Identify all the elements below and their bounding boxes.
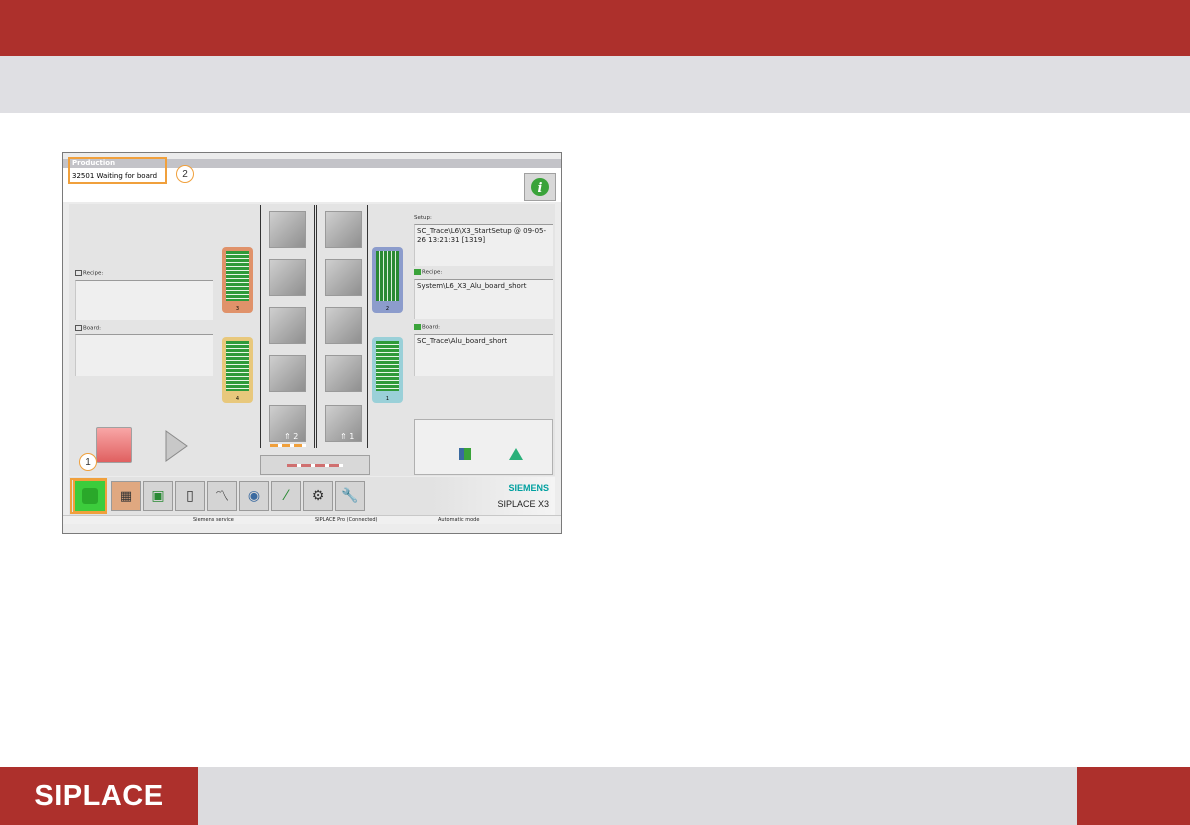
lane-1-slot	[325, 355, 362, 392]
right-board-field: SC_Trace\Alu_board_short	[414, 334, 553, 376]
lane-2-slot	[269, 307, 306, 344]
stop-button[interactable]	[96, 427, 132, 463]
feeder-4: 4	[222, 337, 253, 403]
conveyor-button[interactable]	[260, 455, 370, 475]
siemens-logo: SIEMENS	[508, 483, 549, 493]
top-banner	[0, 0, 1190, 56]
settings-button[interactable]: ⚙	[303, 481, 333, 511]
manual-button[interactable]: ▯	[175, 481, 205, 511]
board-icon	[75, 325, 82, 331]
model-name: SIPLACE X3	[497, 499, 549, 509]
board-icon: ▣	[151, 488, 165, 504]
manual-icon: ▯	[186, 488, 194, 504]
lane-2-marker	[270, 444, 306, 447]
left-recipe-field	[75, 280, 213, 320]
siplace-screen: Production 32501 Waiting for board 2 i R…	[62, 152, 562, 534]
lane-2-label: ⇑ 2	[284, 432, 299, 441]
feeder-button[interactable]: ▦	[111, 481, 141, 511]
right-board-label: Board:	[414, 324, 440, 331]
lane-rail	[367, 205, 368, 448]
lane-rail	[260, 205, 261, 448]
tool-button[interactable]: ⁄	[271, 481, 301, 511]
camera-icon: ◉	[247, 488, 261, 504]
left-recipe-label: Recipe:	[75, 270, 103, 277]
lane-2-slot	[269, 259, 306, 296]
lane-2-slot	[269, 211, 306, 248]
callout-1: 1	[79, 453, 97, 471]
chart-icon: 〽	[215, 489, 229, 505]
recipe-icon	[75, 270, 82, 276]
settings-icon: ⚙	[311, 488, 325, 504]
feeder-icon: ▦	[119, 488, 133, 504]
warning-status-icon	[509, 448, 523, 460]
svg-text:i: i	[538, 181, 543, 196]
recipe-icon	[414, 269, 421, 275]
right-recipe-label: Recipe:	[414, 269, 442, 276]
info-icon: i	[531, 178, 549, 196]
lane-1-slot	[325, 307, 362, 344]
machine-status-icon	[459, 448, 471, 460]
board-button[interactable]: ▣	[143, 481, 173, 511]
board-icon	[414, 324, 421, 330]
left-board-label: Board:	[75, 325, 101, 332]
setup-field: SC_Trace\L6\X3_StartSetup @ 09-05-26 13:…	[414, 224, 553, 266]
right-recipe-field: System\L6_X3_Alu_board_short	[414, 279, 553, 319]
status-bar: Siemens service SIPLACE Pro (Connected) …	[63, 515, 561, 524]
brand-area: SIEMENS SIPLACE X3	[431, 477, 555, 515]
lane-rail	[314, 205, 315, 448]
production-highlight	[70, 478, 107, 514]
left-board-field	[75, 334, 213, 376]
lane-1-label: ⇑ 1	[340, 432, 355, 441]
siplace-logo: SIPLACE	[0, 767, 198, 825]
lane-2-slot: ⇑ 2	[269, 405, 306, 442]
wrench-icon: 🔧	[341, 488, 359, 504]
start-icon[interactable]	[163, 429, 189, 463]
tool-icon: ⁄	[284, 488, 288, 504]
camera-button[interactable]: ◉	[239, 481, 269, 511]
lane-1-slot	[325, 259, 362, 296]
status-icon-panel	[414, 419, 553, 475]
footer-accent	[1077, 767, 1190, 825]
feeder-3: 3	[222, 247, 253, 313]
sub-banner	[0, 56, 1190, 113]
footer-bar: SIPLACE	[0, 767, 1190, 825]
mode-status: Automatic mode	[438, 517, 480, 523]
info-button[interactable]: i	[524, 173, 556, 201]
feeder-2: 2	[372, 247, 403, 313]
wrench-button[interactable]: 🔧	[335, 481, 365, 511]
lane-2-slot	[269, 355, 306, 392]
connection-status: SIPLACE Pro (Connected)	[315, 517, 378, 523]
feeder-1: 1	[372, 337, 403, 403]
lane-1-slot: ⇑ 1	[325, 405, 362, 442]
chart-button[interactable]: 〽	[207, 481, 237, 511]
toolbar: ▦ ▣ ▯ 〽 ◉ ⁄ ⚙ 🔧 SIEMENS SIPLACE X3	[69, 477, 555, 515]
callout-2: 2	[176, 165, 194, 183]
service-status: Siemens service	[193, 517, 234, 523]
status-highlight	[68, 157, 167, 184]
setup-label: Setup:	[414, 215, 432, 221]
lane-rail	[316, 205, 317, 448]
lane-1-slot	[325, 211, 362, 248]
